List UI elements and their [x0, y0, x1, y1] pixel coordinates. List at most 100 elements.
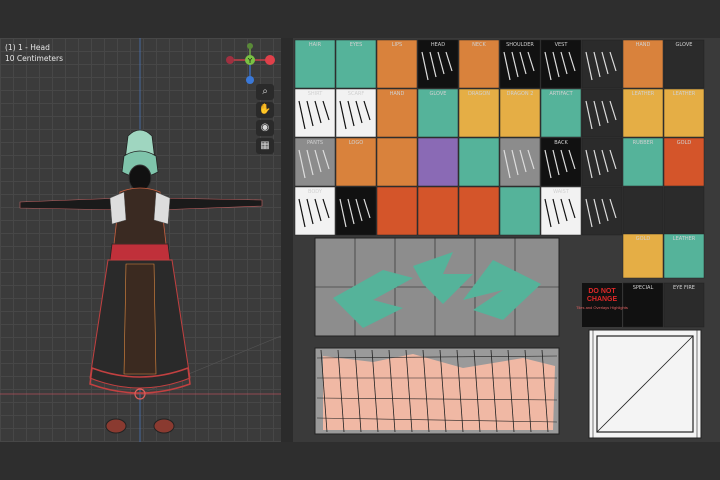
- uv-image-editor[interactable]: HAIR EYES LIPS HEAD NECK SHOULDER VEST HAND GLOV…: [293, 38, 720, 442]
- character-model[interactable]: [0, 38, 281, 442]
- atlas-tile: [458, 137, 500, 187]
- tile-label: GLOVE: [430, 91, 447, 97]
- atlas-tile: [417, 137, 459, 187]
- x-axis-icon: [265, 55, 275, 65]
- atlas-tile: [376, 186, 418, 236]
- neg-y-axis-icon: [247, 43, 253, 49]
- atlas-tile: EYE FIRE: [663, 282, 705, 328]
- atlas-tile: SCARF: [335, 88, 377, 138]
- atlas-tile: SHOULDER: [499, 39, 541, 89]
- body-uv-wireframe: [314, 347, 560, 435]
- atlas-tile: LOGO: [335, 137, 377, 187]
- warning-line2: CHANGE: [587, 296, 618, 303]
- dragon-logo-uv: [314, 237, 560, 337]
- tile-label: PANTS: [307, 140, 323, 146]
- atlas-tile: LIPS: [376, 39, 418, 89]
- atlas-tile: BODY: [294, 186, 336, 236]
- tile-label: HEAD: [431, 42, 445, 48]
- atlas-tile: NECK: [458, 39, 500, 89]
- tile-label: DRAGON 2: [507, 91, 534, 97]
- tile-label: HAIR: [309, 42, 322, 48]
- tile-label: ARTIFACT: [549, 91, 573, 97]
- atlas-tile: [581, 137, 623, 187]
- tile-label: NECK: [472, 42, 486, 48]
- head-uv-wireframe: [588, 329, 702, 439]
- atlas-tile: [335, 186, 377, 236]
- tile-label: VEST: [555, 42, 569, 48]
- atlas-tile: GLOVE: [417, 88, 459, 138]
- do-not-change-tile: DO NOTCHANGE Tiles and Overlays Highlight…: [576, 283, 628, 327]
- grid-icon[interactable]: ▦: [256, 138, 274, 154]
- head: [128, 164, 152, 192]
- tile-label: SPECIAL: [633, 285, 654, 291]
- neg-x-axis-icon: [226, 56, 234, 64]
- tile-label: EYES: [350, 42, 363, 48]
- tile-label: LEATHER: [673, 236, 696, 242]
- 3d-viewport[interactable]: (1) 1 - Head 10 Centimeters Y ⌕ ✋ ◉ ▦: [0, 38, 281, 442]
- atlas-tile: [499, 137, 541, 187]
- atlas-tile: SHIRT: [294, 88, 336, 138]
- right-shoulder-scarf: [153, 191, 171, 225]
- atlas-tile: ARTIFACT: [540, 88, 582, 138]
- tile-label: SHIRT: [308, 91, 324, 97]
- top-bar: [0, 0, 720, 38]
- tile-label: WAIST: [553, 189, 570, 195]
- atlas-tile: [417, 186, 459, 236]
- atlas-tile: DRAGON: [458, 88, 500, 138]
- atlas-tile: WAIST: [540, 186, 582, 236]
- atlas-tile: GOLD: [663, 137, 705, 187]
- editor-divider[interactable]: [281, 38, 293, 442]
- tile-label: GOLD: [677, 140, 692, 146]
- tile-label: EYE FIRE: [673, 285, 695, 291]
- tile-label: LEATHER: [632, 91, 655, 97]
- atlas-tile: LEATHER: [663, 88, 705, 138]
- atlas-tile: HAND: [622, 39, 664, 89]
- zoom-icon[interactable]: ⌕: [256, 84, 274, 100]
- atlas-tile: [622, 186, 664, 236]
- atlas-tile: GOLD: [622, 233, 664, 279]
- tile-label: DRAGON: [468, 91, 490, 97]
- atlas-tile: DRAGON 2: [499, 88, 541, 138]
- atlas-tile: EYES: [335, 39, 377, 89]
- tile-label: BACK: [554, 140, 568, 146]
- pan-hand-icon[interactable]: ✋: [256, 102, 274, 118]
- warning-line1: DO NOT: [588, 288, 616, 295]
- right-foot: [153, 418, 175, 434]
- tile-label: GOLD: [636, 236, 651, 242]
- tile-label: LOGO: [349, 140, 363, 146]
- warning-sub: Tiles and Overlays Highlights: [576, 305, 628, 310]
- atlas-tile: SPECIAL: [622, 282, 664, 328]
- atlas-tile: RUBBER: [622, 137, 664, 187]
- atlas-tile: GLOVE: [663, 39, 705, 89]
- tile-label: SHOULDER: [506, 42, 534, 48]
- atlas-tile: PANTS: [294, 137, 336, 187]
- atlas-tile: [581, 88, 623, 138]
- front-panel: [123, 263, 157, 375]
- tile-label: BODY: [308, 189, 323, 195]
- atlas-tile: [663, 186, 705, 236]
- atlas-tile: HAND: [376, 88, 418, 138]
- tile-label: HAND: [390, 91, 405, 97]
- atlas-tile: [499, 186, 541, 236]
- atlas-tile: [581, 39, 623, 89]
- tile-label: SCARF: [348, 91, 365, 97]
- atlas-tile: [376, 137, 418, 187]
- atlas-tile: VEST: [540, 39, 582, 89]
- atlas-tile: LEATHER: [622, 88, 664, 138]
- tile-label: HAND: [636, 42, 651, 48]
- texture-atlas: HAIR EYES LIPS HEAD NECK SHOULDER VEST HAND GLOV…: [294, 39, 705, 439]
- bottom-bar: [0, 442, 720, 480]
- atlas-tile: [458, 186, 500, 236]
- z-axis-icon: [246, 76, 254, 84]
- tile-label: LEATHER: [673, 91, 696, 97]
- tile-label: GLOVE: [676, 42, 693, 48]
- belt: [109, 243, 171, 261]
- navigation-gizmo[interactable]: Y: [222, 42, 278, 86]
- camera-icon[interactable]: ◉: [256, 120, 274, 136]
- tile-label: RUBBER: [633, 140, 654, 146]
- left-foot: [105, 418, 127, 434]
- svg-text:Y: Y: [247, 57, 253, 65]
- tile-label: LIPS: [392, 42, 402, 48]
- atlas-tile: [581, 186, 623, 236]
- atlas-tile: HEAD: [417, 39, 459, 89]
